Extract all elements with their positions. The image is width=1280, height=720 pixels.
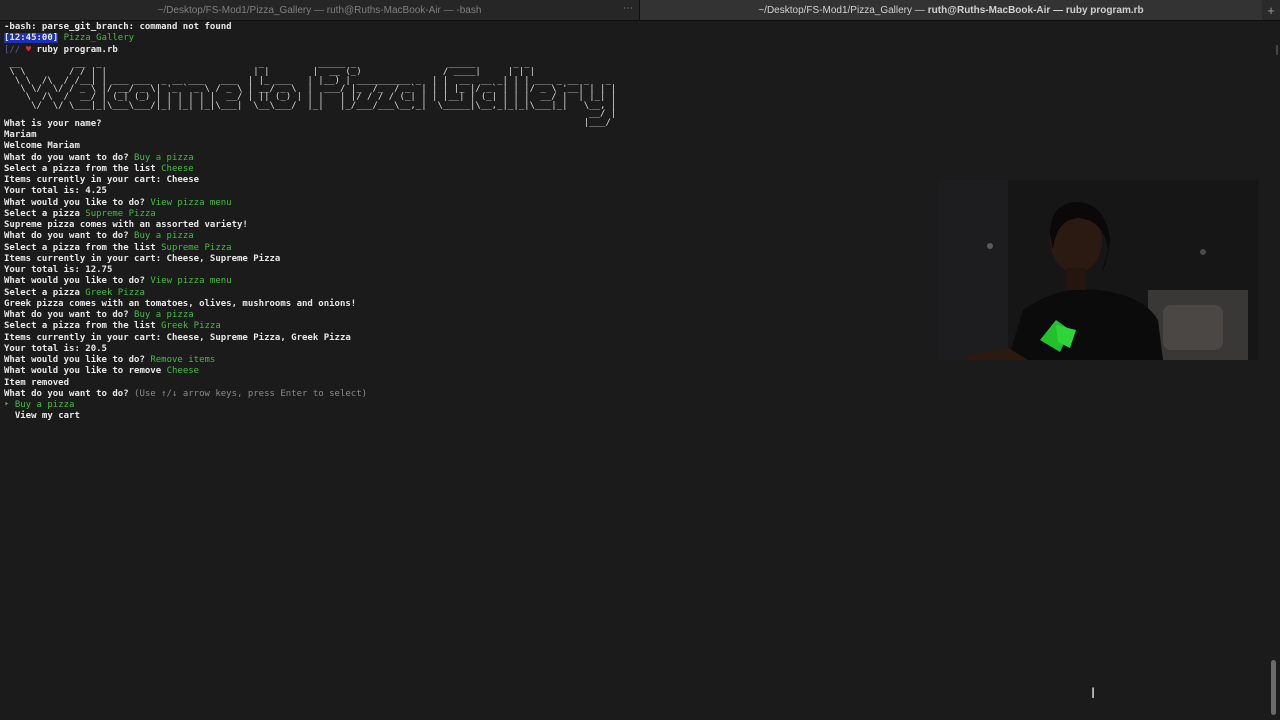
webcam-overlay: [938, 180, 1258, 360]
heart-icon: ♥: [25, 44, 32, 55]
output-text: What would you like to do?: [4, 276, 151, 287]
output-line: Welcome Mariam: [4, 141, 1264, 152]
tab-bash-label: ~/Desktop/FS-Mod1/Pizza_Gallery — ruth@R…: [157, 4, 482, 16]
output-text: Select a pizza from the list: [4, 321, 162, 332]
new-tab-button[interactable]: +: [1262, 0, 1280, 20]
output-text: Your total is: 4.25: [4, 186, 107, 197]
menu-option-label: Buy a pizza: [14, 400, 75, 410]
output-text: What would you like to remove: [4, 366, 167, 377]
command-line: [// ♥ ruby program.rb: [4, 45, 1264, 56]
output-text: What is your name?: [4, 118, 102, 129]
timestamp: [12:45:00]: [4, 33, 59, 44]
output-text: What would you like to do?: [4, 197, 151, 208]
output-text: Select a pizza from the list: [4, 163, 162, 174]
user-answer: Supreme Pizza: [161, 242, 232, 253]
output-text: What do you want to do?: [4, 152, 135, 163]
user-answer: Greek Pizza: [161, 321, 221, 332]
output-text: Welcome Mariam: [4, 141, 80, 152]
output-text: Select a pizza from the list: [4, 242, 162, 253]
tab-overflow-icon[interactable]: ⋯: [623, 3, 633, 14]
output-text: What do you want to do?: [4, 231, 135, 242]
error-line: -bash: parse_git_branch: command not fou…: [4, 22, 232, 32]
menu-question-line: What do you want to do? (Use ↑/↓ arrow k…: [4, 389, 1264, 400]
prompt-line: [12:45:00] Pizza_Gallery: [4, 33, 1264, 44]
menu-option-item[interactable]: View my cart: [4, 411, 1264, 422]
output-line: What do you want to do? Buy a pizza: [4, 153, 1264, 164]
cwd-label: Pizza_Gallery: [63, 33, 135, 44]
user-answer: Cheese: [166, 366, 200, 377]
text-cursor-icon: I: [1091, 686, 1096, 702]
menu-pointer-icon: ‣: [4, 400, 15, 410]
menu-pointer-icon: [4, 411, 15, 421]
output-line: What would you like to remove Cheese: [4, 366, 1264, 377]
menu-options: ‣ Buy a pizza View my cart: [4, 400, 1264, 423]
user-answer: Buy a pizza: [134, 231, 194, 242]
user-answer: Buy a pizza: [134, 310, 194, 320]
user-answer: Remove items: [150, 355, 216, 365]
tab-bar: ~/Desktop/FS-Mod1/Pizza_Gallery — ruth@R…: [0, 0, 1280, 21]
output-text: What do you want to do?: [4, 310, 135, 320]
welcome-banner: __ __ _ _ _____ _ _____ _ _ \ \ / / | | …: [9, 58, 617, 128]
scrollbar-top-marker: [1276, 45, 1278, 55]
output-line: Mariam: [4, 130, 1264, 141]
output-text: What would you like to do?: [4, 355, 151, 365]
output-line: Select a pizza from the list Cheese: [4, 164, 1264, 175]
user-answer: Supreme Pizza: [85, 208, 156, 219]
menu-option-selected[interactable]: ‣ Buy a pizza: [4, 400, 1264, 411]
user-answer: Cheese: [161, 163, 194, 174]
output-text: Items currently in your cart: Cheese, Su…: [4, 332, 351, 343]
tab-bash[interactable]: ~/Desktop/FS-Mod1/Pizza_Gallery — ruth@R…: [0, 0, 640, 20]
tab-ruby-label-prefix: ~/Desktop/FS-Mod1/Pizza_Gallery —: [758, 4, 925, 16]
output-text: Select a pizza: [4, 287, 86, 298]
menu-hint: (Use ↑/↓ arrow keys, press Enter to sele…: [134, 388, 368, 399]
output-text: Supreme pizza comes with an assorted var…: [4, 220, 248, 230]
output-line: Item removed: [4, 378, 1264, 389]
output-text: Items currently in your cart: Cheese, Su…: [4, 253, 281, 264]
prompt-symbol: [//: [4, 44, 21, 55]
user-answer: Greek Pizza: [85, 287, 145, 298]
output-text: Your total is: 20.5: [4, 343, 107, 354]
output-text: Item removed: [4, 377, 70, 388]
menu-question: What do you want to do?: [4, 388, 135, 399]
command-text: ruby program.rb: [36, 44, 118, 55]
output-text: Greek pizza comes with an tomatoes, oliv…: [4, 298, 357, 309]
tab-ruby-program[interactable]: ~/Desktop/FS-Mod1/Pizza_Gallery — ruth@R…: [640, 0, 1262, 20]
user-answer: View pizza menu: [150, 276, 232, 287]
menu-option-label: View my cart: [14, 411, 80, 422]
user-answer: Buy a pizza: [134, 152, 194, 163]
webcam-person-image: [938, 180, 1258, 360]
output-text: Select a pizza: [4, 208, 86, 219]
plus-icon: +: [1267, 2, 1275, 18]
output-text: Items currently in your cart: Cheese: [4, 175, 200, 185]
tab-ruby-label-bold: ruth@Ruths-MacBook-Air — ruby program.rb: [927, 4, 1144, 16]
user-answer: View pizza menu: [150, 197, 232, 208]
output-text: Your total is: 12.75: [4, 265, 113, 275]
vertical-scrollbar[interactable]: [1271, 660, 1276, 715]
output-text: Mariam: [4, 130, 37, 140]
